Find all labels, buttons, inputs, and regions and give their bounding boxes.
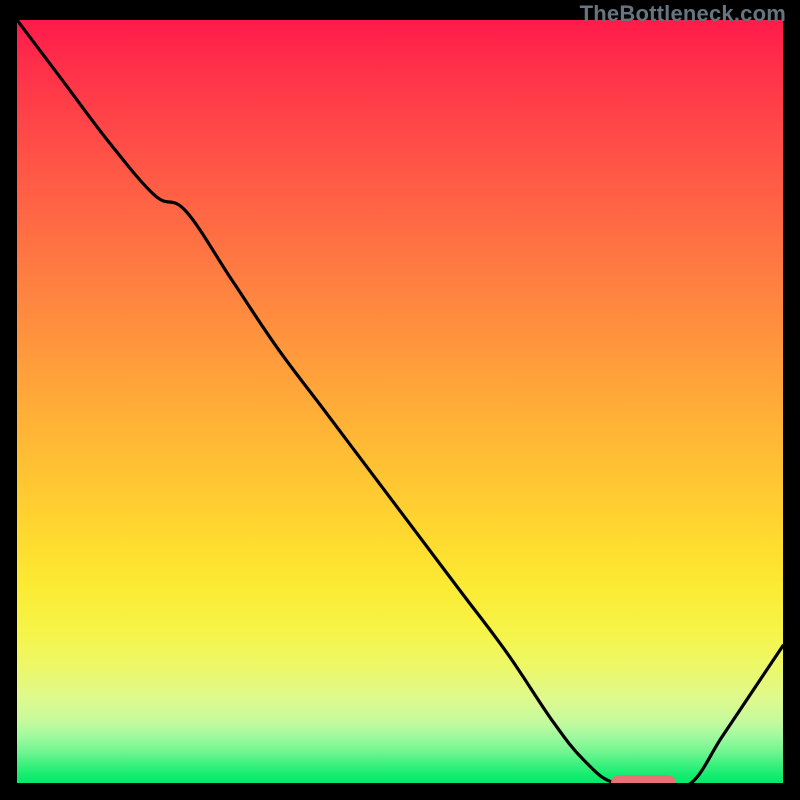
optimal-range-marker [611, 775, 676, 783]
chart-curve [17, 20, 783, 783]
chart-plot-area [17, 20, 783, 783]
chart-frame: TheBottleneck.com [0, 0, 800, 800]
watermark-text: TheBottleneck.com [580, 1, 786, 27]
